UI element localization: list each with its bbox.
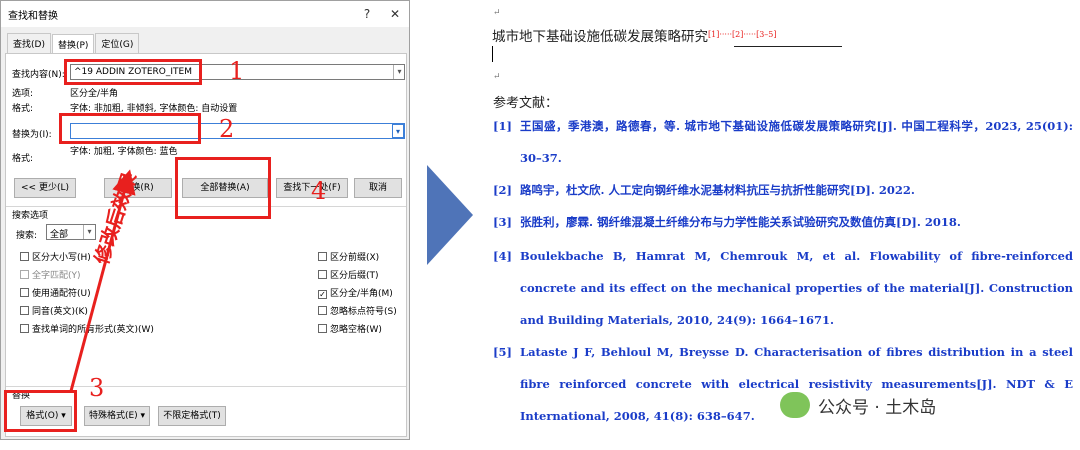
wechat-icon bbox=[780, 392, 810, 418]
reference-text: 张胜利，廖霖. 钢纤维混凝土纤维分布与力学性能关系试验研究及数值仿真[D]. 2… bbox=[520, 215, 961, 229]
reference-text: Boulekbache B, Hamrat M, Chemrouk M, et … bbox=[520, 249, 1073, 327]
reference-text: 王国盛，季港澳，路德春，等. 城市地下基础设施低碳发展策略研究[J]. 中国工程… bbox=[520, 119, 1073, 165]
arrow-right-icon bbox=[427, 165, 473, 265]
reference-number: [5] bbox=[493, 345, 512, 359]
text-cursor bbox=[492, 46, 493, 62]
paragraph-mark: ↵ bbox=[493, 72, 501, 82]
reference-item: [1] 王国盛，季港澳，路德春，等. 城市地下基础设施低碳发展策略研究[J]. … bbox=[493, 110, 1073, 174]
reference-text: 路鸣宇，杜文欣. 人工定向钢纤维水泥基材料抗压与抗折性能研究[D]. 2022. bbox=[520, 183, 915, 197]
citation-underline bbox=[734, 46, 842, 47]
document-page: ↵ 城市地下基础设施低碳发展策略研究[1]·····[2]·····[3–5] … bbox=[480, 0, 1080, 450]
annotation-arrow bbox=[69, 169, 136, 392]
reference-number: [2] bbox=[493, 183, 512, 197]
reference-number: [1] bbox=[493, 119, 512, 133]
reference-item: [4] Boulekbache B, Hamrat M, Chemrouk M,… bbox=[493, 240, 1073, 336]
references-heading: 参考文献： bbox=[493, 96, 559, 111]
citation-markers: [1]·····[2]·····[3–5] bbox=[708, 30, 777, 39]
reference-item: [3] 张胜利，廖霖. 钢纤维混凝土纤维分布与力学性能关系试验研究及数值仿真[D… bbox=[493, 206, 1073, 238]
document-paragraph: 城市地下基础设施低碳发展策略研究[1]·····[2]·····[3–5] bbox=[492, 25, 777, 45]
reference-number: [4] bbox=[493, 249, 512, 263]
paragraph-mark: ↵ bbox=[493, 8, 501, 18]
watermark-text: 公众号 · 土木岛 bbox=[818, 397, 937, 418]
find-replace-dialog: 查找和替换 ? ✕ 查找(D) 替换(P) 定位(G) 查找内容(N): ^19… bbox=[0, 0, 410, 440]
watermark: 公众号 · 土木岛 bbox=[780, 392, 936, 418]
reference-item: [2] 路鸣宇，杜文欣. 人工定向钢纤维水泥基材料抗压与抗折性能研究[D]. 2… bbox=[493, 174, 1073, 206]
document-title: 城市地下基础设施低碳发展策略研究 bbox=[492, 29, 708, 45]
reference-number: [3] bbox=[493, 215, 512, 229]
